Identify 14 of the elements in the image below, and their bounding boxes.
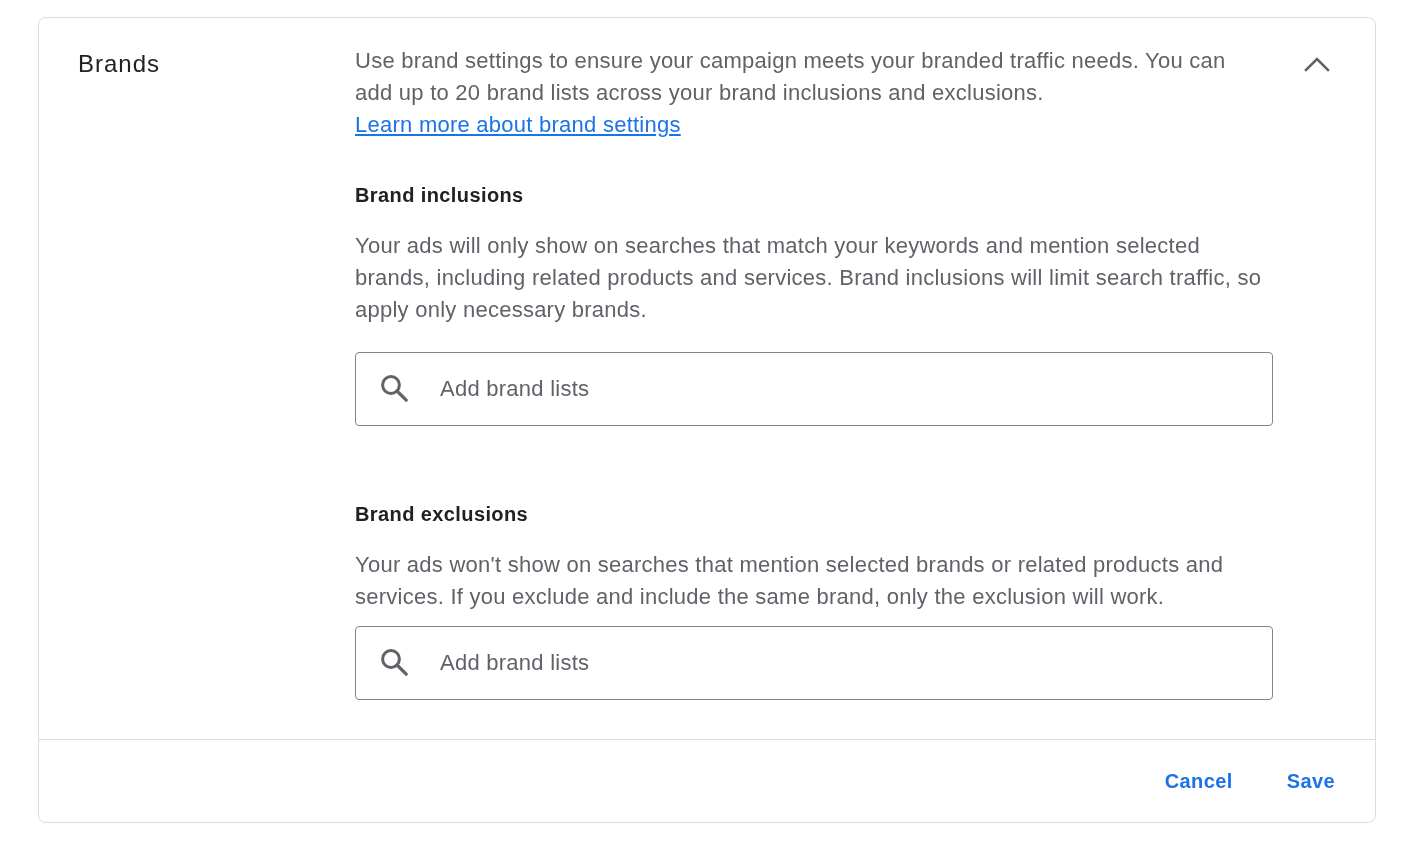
group-description: Your ads will only show on searches that match your keywords and mention selected brands, including related products and services. Brand inclusions will limit search traffic, so apply only necessary brands.: [355, 232, 1263, 324]
search-icon: [380, 374, 408, 402]
learn-more-link[interactable]: Learn more about brand settings: [355, 112, 681, 137]
section-title: Brands: [78, 49, 161, 79]
search-field[interactable]: Add brand lists: [355, 626, 1273, 700]
search-field[interactable]: Add brand lists: [355, 352, 1273, 426]
group-description: Your ads won't show on searches that mention selected brands or related products and services. If you exclude and include the same brand, only the exclusion will work.: [355, 551, 1225, 611]
text-button[interactable]: Save: [1274, 761, 1347, 801]
chevron-up-icon[interactable]: [1304, 56, 1330, 72]
group-heading: Brand exclusions: [355, 502, 530, 527]
search-icon: [380, 648, 408, 676]
group-heading: Brand inclusions: [355, 183, 525, 208]
section-description: Use brand settings to ensure your campaign meets your branded traffic needs. You can add up to 20 brand lists across your brand inclusions and exclusions. Learn more about brand settings: [355, 47, 1227, 139]
text-button[interactable]: Cancel: [1152, 761, 1245, 801]
